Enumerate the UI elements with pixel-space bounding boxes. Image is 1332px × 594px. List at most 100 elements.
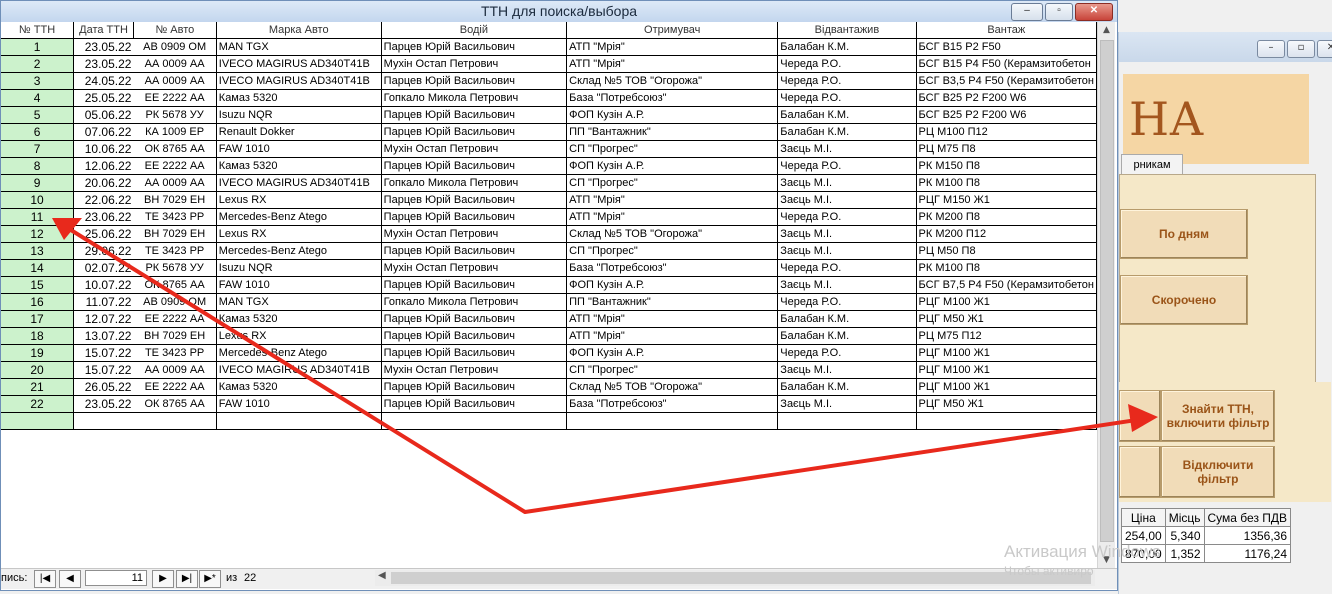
table-cell[interactable]: АВ 0909 ОМ [133,38,217,56]
vertical-scrollbar[interactable]: ▲ ▼ [1097,22,1115,568]
table-cell[interactable]: Парцев Юрій Васильович [381,191,568,209]
table-cell[interactable]: Балабан К.М. [777,327,917,345]
table-cell[interactable]: РЦГ М100 Ж1 [916,344,1097,362]
table-cell[interactable]: Парцев Юрій Васильович [381,106,568,124]
table-cell[interactable]: Isuzu NQR [216,106,382,124]
table-cell[interactable]: Череда Р.О. [777,293,917,311]
table-cell[interactable]: Mercedes-Benz Atego [216,208,382,226]
table-cell[interactable]: ФОП Кузін А.Р. [566,106,779,124]
table-cell[interactable]: 11.07.22 [73,293,134,311]
table-cell[interactable]: РК М200 П12 [916,225,1097,243]
table-cell[interactable]: 29.06.22 [73,242,134,260]
ttn-number-cell[interactable]: 18 [1,327,75,345]
scroll-thumb[interactable] [1100,40,1114,542]
table-cell[interactable]: 12.06.22 [73,157,134,175]
column-header[interactable]: Отримувач [566,22,779,39]
column-header[interactable]: Дата ТТН [73,22,134,39]
table-cell[interactable]: Заєць М.І. [777,242,917,260]
table-cell[interactable]: РЦ М75 П12 [916,327,1097,345]
table-cell[interactable]: Камаз 5320 [216,157,382,175]
table-cell[interactable]: Гопкало Микола Петрович [381,174,568,192]
table-cell[interactable]: База "Потребсоюз" [566,259,779,277]
short-report-button[interactable]: Скорочено [1120,275,1248,325]
table-cell[interactable]: Заєць М.І. [777,276,917,294]
table-cell[interactable]: 20.06.22 [73,174,134,192]
table-cell[interactable]: РК М150 П8 [916,157,1097,175]
table-cell[interactable]: 10.07.22 [73,276,134,294]
table-cell[interactable]: Склад №5 ТОВ "Огорожа" [566,72,779,90]
table-cell[interactable]: Renault Dokker [216,123,382,141]
table-cell[interactable]: АА 0009 АА [133,174,217,192]
new-record-row[interactable] [1,412,1097,430]
column-header[interactable]: № Авто [133,22,217,39]
table-cell[interactable]: Парцев Юрій Васильович [381,378,568,396]
table-cell[interactable]: БСГ В15 Р2 F50 [916,38,1097,56]
table-row[interactable]: 19 15.07.22 ТЕ 3423 РР Mercedes-Benz Atego П… [1,344,1097,362]
table-cell[interactable]: ВН 7029 ЕН [133,327,217,345]
table-cell[interactable]: СП "Прогрес" [566,242,779,260]
table-cell[interactable]: IVECO MAGIRUS AD340T41B [216,174,382,192]
table-cell[interactable]: РК М100 П8 [916,174,1097,192]
table-cell[interactable]: 07.06.22 [73,123,134,141]
table-cell[interactable]: РЦГ М100 Ж1 [916,361,1097,379]
table-row[interactable]: 1 23.05.22 АВ 0909 ОМ MAN TGX Парцев Юрій Ва… [1,38,1097,56]
table-cell[interactable]: Заєць М.І. [777,174,917,192]
table-row[interactable]: 21 26.05.22 ЕЕ 2222 АА Камаз 5320 Парцев Юрі… [1,378,1097,396]
table-cell[interactable]: Парцев Юрій Васильович [381,276,568,294]
disable-filter-button[interactable]: Відключити фільтр [1161,446,1275,498]
empty-cell[interactable] [916,412,1097,430]
empty-cell[interactable] [381,412,568,430]
ttn-number-cell[interactable]: 14 [1,259,75,277]
table-cell[interactable]: Lexus RX [216,225,382,243]
ttn-number-cell[interactable]: 6 [1,123,75,141]
table-cell[interactable]: 25.06.22 [73,225,134,243]
table-cell[interactable]: РЦГ М50 Ж1 [916,310,1097,328]
table-cell[interactable]: РЦГ М150 Ж1 [916,191,1097,209]
table-cell[interactable]: Парцев Юрій Васильович [381,123,568,141]
table-cell[interactable]: 26.05.22 [73,378,134,396]
bg-hidden-button[interactable] [1119,390,1161,442]
table-cell[interactable]: КА 1009 ЕР [133,123,217,141]
table-cell[interactable]: АТП "Мрія" [566,191,779,209]
table-cell[interactable]: IVECO MAGIRUS AD340T41B [216,72,382,90]
table-cell[interactable]: Мухін Остап Петрович [381,259,568,277]
bg-tab-partners[interactable]: рникам [1121,154,1183,175]
ttn-number-cell[interactable]: 5 [1,106,75,124]
table-cell[interactable]: Склад №5 ТОВ "Огорожа" [566,225,779,243]
bg-close-button[interactable]: ✕ [1317,40,1332,58]
table-row[interactable]: 20 15.07.22 АА 0009 АА IVECO MAGIRUS AD340T… [1,361,1097,379]
table-cell[interactable]: СП "Прогрес" [566,140,779,158]
table-cell[interactable]: База "Потребсоюз" [566,395,779,413]
by-days-button[interactable]: По дням [1120,209,1248,259]
ttn-number-cell[interactable]: 2 [1,55,75,73]
table-row[interactable]: 14 02.07.22 РК 5678 УУ Isuzu NQR Мухін Остап… [1,259,1097,277]
table-cell[interactable]: Балабан К.М. [777,106,917,124]
table-cell[interactable]: АТП "Мрія" [566,38,779,56]
ttn-number-cell[interactable]: 21 [1,378,75,396]
table-row[interactable]: 15 10.07.22 ОК 8765 АА FAW 1010 Парцев Юрій … [1,276,1097,294]
table-cell[interactable]: Гопкало Микола Петрович [381,293,568,311]
table-cell[interactable]: РК М100 П8 [916,259,1097,277]
table-row[interactable]: 22 23.05.22 ОК 8765 АА FAW 1010 Парцев Юрій … [1,395,1097,413]
table-cell[interactable]: АТП "Мрія" [566,55,779,73]
table-cell[interactable]: 23.05.22 [73,38,134,56]
table-cell[interactable]: Парцев Юрій Васильович [381,242,568,260]
table-cell[interactable]: ПП "Вантажник" [566,123,779,141]
table-cell[interactable]: Мухін Остап Петрович [381,55,568,73]
table-cell[interactable]: БСГ В3,5 Р4 F50 (Керамзитобетон [916,72,1097,90]
find-ttn-filter-button[interactable]: Знайти ТТН, включити фільтр [1161,390,1275,442]
table-cell[interactable]: 12.07.22 [73,310,134,328]
table-cell[interactable]: Череда Р.О. [777,208,917,226]
table-cell[interactable]: Балабан К.М. [777,38,917,56]
table-cell[interactable]: Lexus RX [216,327,382,345]
prev-record-icon[interactable]: ◀ [59,570,81,588]
table-cell[interactable]: Череда Р.О. [777,89,917,107]
table-cell[interactable]: Заєць М.І. [777,140,917,158]
ttn-number-cell[interactable]: 15 [1,276,75,294]
table-cell[interactable]: Камаз 5320 [216,310,382,328]
table-cell[interactable]: 13.07.22 [73,327,134,345]
empty-cell[interactable] [133,412,217,430]
table-cell[interactable]: MAN TGX [216,38,382,56]
table-cell[interactable]: База "Потребсоюз" [566,89,779,107]
table-cell[interactable]: БСГ В25 Р2 F200 W6 [916,89,1097,107]
